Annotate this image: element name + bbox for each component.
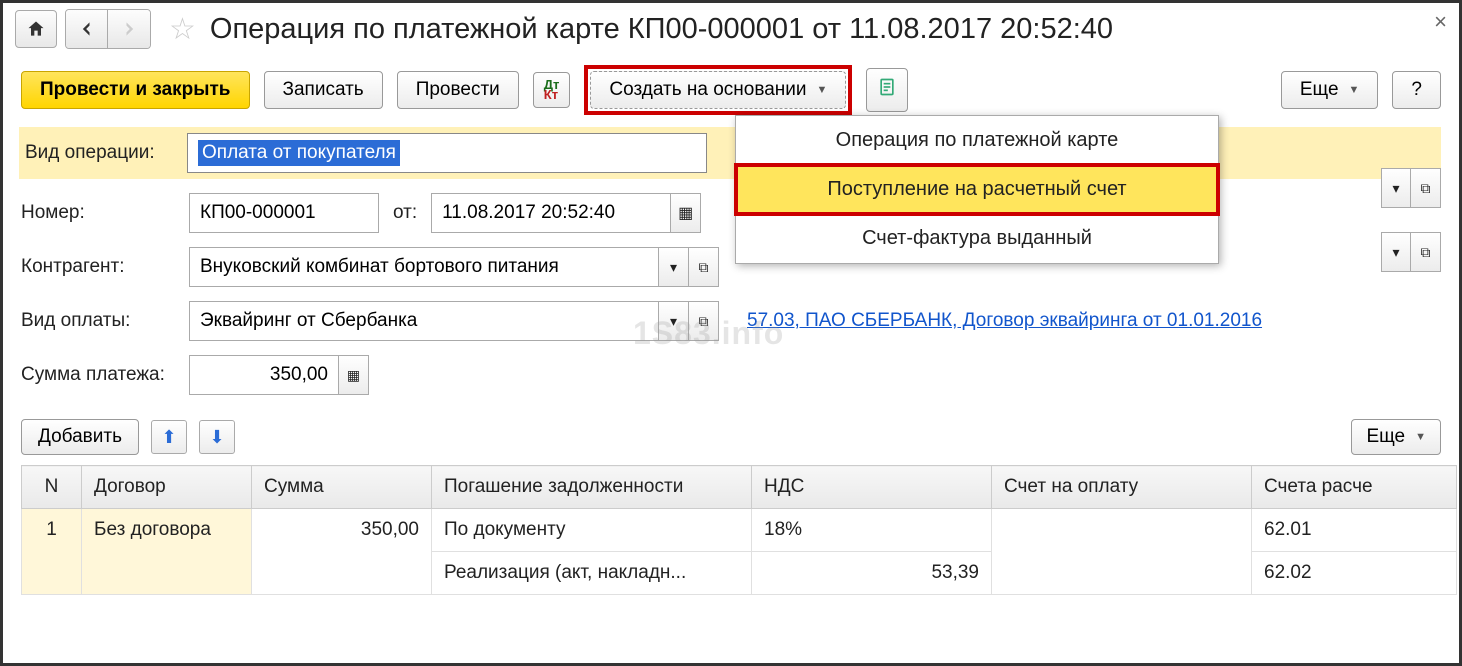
close-icon[interactable]: × <box>1434 9 1447 35</box>
contragent-input[interactable] <box>189 247 659 287</box>
menu-item-bank-receipt[interactable]: Поступление на расчетный счет <box>736 165 1218 214</box>
cell-repay2: Реализация (акт, накладн... <box>432 552 752 595</box>
dtkt-icon: ДтКт <box>544 80 560 100</box>
op-type-input[interactable]: Оплата от покупателя <box>187 133 707 173</box>
sum-label: Сумма платежа: <box>21 364 181 386</box>
add-row-button[interactable]: Добавить <box>21 419 139 455</box>
cell-invoice <box>992 509 1252 595</box>
more-button[interactable]: Еще ▼ <box>1281 71 1379 109</box>
org-open-button[interactable]: ⧉ <box>1411 168 1441 208</box>
contragent-label: Контрагент: <box>21 256 181 278</box>
cell-contract: Без договора <box>82 509 252 595</box>
sum-input[interactable] <box>189 355 339 395</box>
menu-item-invoice-issued[interactable]: Счет-фактура выданный <box>736 214 1218 263</box>
number-label: Номер: <box>21 202 181 224</box>
save-button[interactable]: Записать <box>264 71 383 109</box>
col-repay[interactable]: Погашение задолженности <box>432 466 752 509</box>
bank-dropdown-button[interactable]: ▾ <box>1381 232 1411 272</box>
acquiring-link[interactable]: 57.03, ПАО СБЕРБАНК, Договор эквайринга … <box>747 310 1262 332</box>
cell-account1: 62.01 <box>1252 509 1457 552</box>
document-icon <box>877 76 897 104</box>
from-label: от: <box>393 202 417 224</box>
help-button[interactable]: ? <box>1392 71 1441 109</box>
org-dropdown-button[interactable]: ▾ <box>1381 168 1411 208</box>
contragent-dropdown-button[interactable]: ▾ <box>659 247 689 287</box>
calendar-icon: ▦ <box>678 203 693 223</box>
cell-sum: 350,00 <box>252 509 432 595</box>
move-up-button[interactable]: ⬆ <box>151 420 187 454</box>
chevron-down-icon: ▼ <box>817 84 828 96</box>
col-n[interactable]: N <box>22 466 82 509</box>
watermark: 1S83.info <box>633 315 784 352</box>
op-type-label: Вид операции: <box>19 142 179 164</box>
home-button[interactable] <box>15 10 57 48</box>
back-button[interactable] <box>66 10 108 48</box>
cell-vat: 18% <box>752 509 992 552</box>
chevron-down-icon: ▼ <box>1349 84 1360 96</box>
col-accounts[interactable]: Счета расче <box>1252 466 1457 509</box>
number-input[interactable] <box>189 193 379 233</box>
cell-vat2: 53,39 <box>752 552 992 595</box>
move-down-button[interactable]: ⬇ <box>199 420 235 454</box>
create-on-basis-menu: Операция по платежной карте Поступление … <box>735 115 1219 264</box>
col-vat[interactable]: НДС <box>752 466 992 509</box>
table-row[interactable]: 1 Без договора 350,00 По документу 18% 6… <box>22 509 1457 552</box>
dtkt-button[interactable]: ДтКт <box>533 72 571 108</box>
cell-repay: По документу <box>432 509 752 552</box>
pay-type-input[interactable] <box>189 301 659 341</box>
calculator-button[interactable]: ▦ <box>339 355 369 395</box>
menu-item-card-operation[interactable]: Операция по платежной карте <box>736 116 1218 165</box>
structure-button[interactable] <box>866 68 908 112</box>
post-and-close-button[interactable]: Провести и закрыть <box>21 71 250 109</box>
col-contract[interactable]: Договор <box>82 466 252 509</box>
create-on-basis-button[interactable]: Создать на основании ▼ <box>590 71 846 109</box>
page-title: Операция по платежной карте КП00-000001 … <box>210 13 1113 46</box>
chevron-down-icon: ▼ <box>1415 431 1426 443</box>
payments-table: N Договор Сумма Погашение задолженности … <box>21 465 1457 595</box>
col-sum[interactable]: Сумма <box>252 466 432 509</box>
bank-open-button[interactable]: ⧉ <box>1411 232 1441 272</box>
col-invoice[interactable]: Счет на оплату <box>992 466 1252 509</box>
date-input[interactable] <box>431 193 671 233</box>
table-more-button[interactable]: Еще ▼ <box>1351 419 1441 455</box>
favorite-icon[interactable]: ☆ <box>169 12 196 47</box>
calendar-button[interactable]: ▦ <box>671 193 701 233</box>
post-button[interactable]: Провести <box>397 71 519 109</box>
cell-account2: 62.02 <box>1252 552 1457 595</box>
calculator-icon: ▦ <box>347 367 360 384</box>
forward-button[interactable] <box>108 10 150 48</box>
cell-n: 1 <box>22 509 82 595</box>
contragent-open-button[interactable]: ⧉ <box>689 247 719 287</box>
pay-type-label: Вид оплаты: <box>21 310 181 332</box>
